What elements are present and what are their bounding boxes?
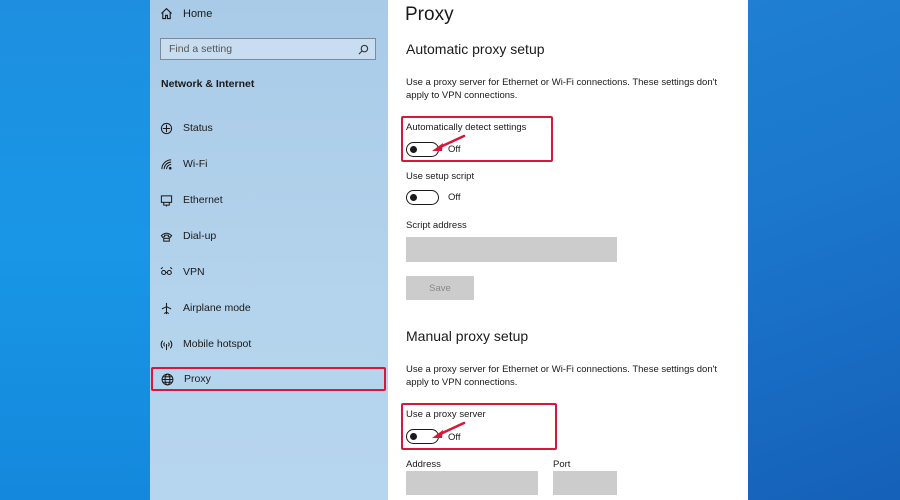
arrow-annotation-icon (432, 134, 466, 151)
port-label: Port (553, 459, 571, 470)
search-placeholder: Find a setting (169, 43, 233, 55)
manual-proxy-heading: Manual proxy setup (406, 328, 529, 344)
home-icon (161, 7, 172, 20)
script-address-label: Script address (406, 220, 467, 231)
search-icon (358, 44, 369, 54)
section-title: Network & Internet (161, 78, 255, 90)
desktop-background-left (0, 0, 150, 500)
sidebar-item-label: VPN (183, 266, 205, 278)
sidebar-item-label: Status (183, 122, 213, 134)
proxy-port-input[interactable] (553, 471, 617, 495)
setup-script-toggle[interactable] (406, 190, 439, 205)
arrow-annotation-icon (432, 421, 466, 438)
sidebar-item-airplane-mode[interactable]: Airplane mode (150, 296, 388, 320)
airplane-icon (161, 302, 171, 314)
ethernet-icon (160, 194, 172, 207)
script-address-input[interactable] (406, 237, 617, 262)
toggle-knob (410, 193, 417, 201)
proxy-settings-panel: Proxy Automatic proxy setup Use a proxy … (388, 0, 748, 500)
settings-sidebar: Home Find a setting Network & Internet S… (150, 0, 388, 500)
sidebar-item-label: Dial-up (183, 230, 217, 242)
dialup-icon (160, 232, 172, 242)
use-proxy-label: Use a proxy server (406, 409, 486, 420)
sidebar-item-label: Wi-Fi (183, 158, 208, 170)
desktop-background-right (748, 0, 900, 500)
save-button[interactable]: Save (406, 276, 474, 300)
sidebar-item-label: Proxy (184, 373, 211, 385)
sidebar-item-mobile-hotspot[interactable]: Mobile hotspot (150, 332, 388, 356)
automatic-proxy-heading: Automatic proxy setup (406, 41, 545, 57)
automatic-proxy-description: Use a proxy server for Ethernet or Wi-Fi… (406, 77, 718, 101)
toggle-knob (410, 145, 417, 153)
sidebar-item-status[interactable]: Status (150, 116, 388, 140)
setup-script-label: Use setup script (406, 171, 475, 182)
wifi-icon (160, 158, 172, 170)
setup-script-state: Off (448, 192, 461, 203)
sidebar-item-dialup[interactable]: Dial-up (150, 224, 388, 248)
sidebar-item-wifi[interactable]: Wi-Fi (150, 152, 388, 176)
address-label: Address (406, 459, 441, 470)
globe-icon (161, 373, 173, 385)
proxy-address-input[interactable] (406, 471, 538, 495)
vpn-icon (160, 266, 172, 275)
hotspot-icon (160, 339, 172, 350)
sidebar-item-label: Ethernet (183, 194, 223, 206)
sidebar-item-vpn[interactable]: VPN (150, 260, 388, 284)
sidebar-item-ethernet[interactable]: Ethernet (150, 188, 388, 212)
page-title: Proxy (405, 4, 454, 25)
search-input[interactable]: Find a setting (160, 38, 376, 60)
sidebar-item-label: Mobile hotspot (183, 338, 252, 350)
sidebar-item-proxy[interactable]: Proxy (151, 367, 386, 391)
home-link[interactable]: Home (160, 7, 212, 20)
toggle-knob (410, 432, 417, 440)
status-icon (160, 122, 172, 134)
sidebar-item-label: Airplane mode (183, 302, 251, 314)
home-label: Home (183, 7, 213, 20)
manual-proxy-description: Use a proxy server for Ethernet or Wi-Fi… (406, 364, 718, 388)
detect-settings-label: Automatically detect settings (406, 122, 527, 133)
